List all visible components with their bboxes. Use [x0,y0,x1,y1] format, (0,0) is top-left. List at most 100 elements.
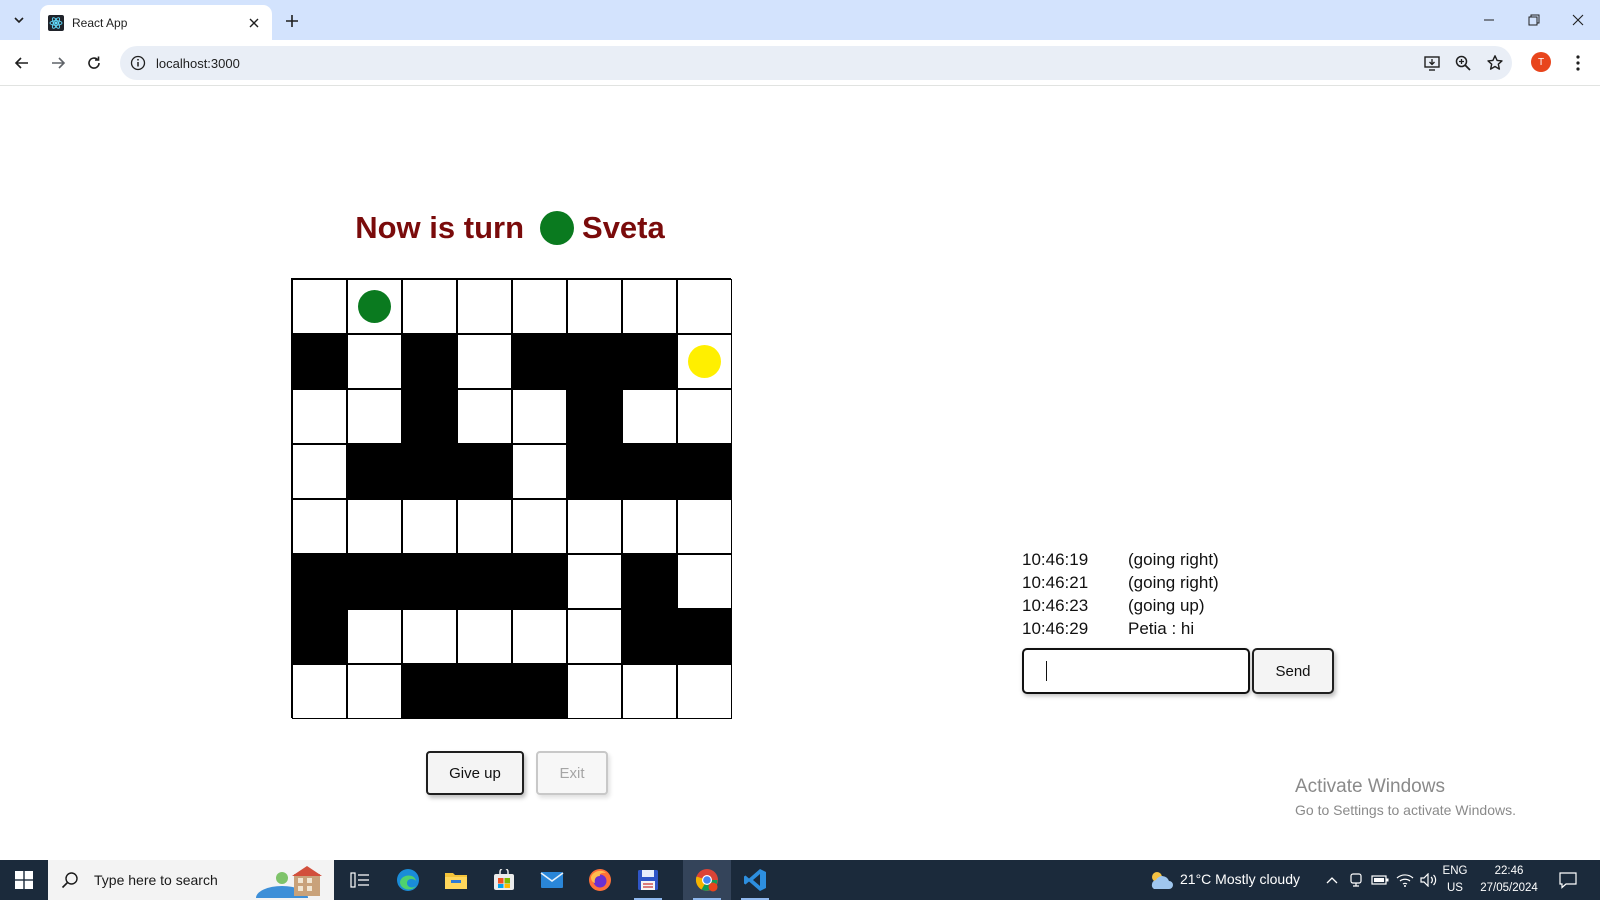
task-view-button[interactable] [336,860,384,900]
game-board [291,278,732,719]
green-player-token-icon [358,290,391,323]
tab-search-button[interactable] [6,8,32,32]
taskbar-search-box[interactable]: Type here to search [48,860,334,900]
weather-cloud-icon[interactable] [1148,868,1174,892]
chevron-down-icon [14,17,24,24]
browser-tab[interactable]: React App [40,5,272,40]
board-cell-open [457,334,512,389]
restore-button[interactable] [1511,0,1557,40]
board-cell-open [402,609,457,664]
current-player-token-icon [540,211,575,245]
board-cell-open [622,664,677,719]
board-cell-wall [402,444,457,499]
board-cell-open [567,279,622,334]
taskbar-file-explorer[interactable] [432,860,480,900]
browser-tab-strip: React App [0,0,1600,40]
battery-icon[interactable] [1370,870,1390,890]
chat-message-time: 10:46:19 [1022,549,1089,569]
board-cell-open [677,554,732,609]
board-cell-open [292,499,347,554]
activate-windows-watermark: Activate Windows Go to Settings to activ… [1295,776,1516,818]
clock-time: 22:46 [1494,865,1524,877]
browser-toolbar: localhost:3000 T [0,40,1600,86]
start-button[interactable] [0,860,48,900]
plus-icon [286,15,298,27]
board-cell-open [347,499,402,554]
taskbar-vscode[interactable] [731,860,779,900]
board-cell-open [457,499,512,554]
board-cell-open [347,389,402,444]
input-language-indicator[interactable]: ENG US [1440,863,1470,897]
bookmark-star-icon[interactable] [1483,51,1507,75]
folder-icon [445,873,467,889]
chat-message-time: 10:46:21 [1022,572,1089,592]
taskbar-firefox[interactable] [576,860,624,900]
turn-heading: Now is turn Sveta [340,206,680,250]
turn-prefix: Now is turn [355,210,525,245]
taskbar-edge[interactable] [384,860,432,900]
arrow-left-icon [14,57,28,69]
taskbar-mail[interactable] [528,860,576,900]
board-cell-open [512,279,567,334]
board-cell-wall [457,444,512,499]
floppy-disk-icon [638,870,658,890]
address-bar[interactable]: localhost:3000 [120,46,1512,80]
restore-icon [1528,14,1540,26]
board-cell-open [567,499,622,554]
wifi-icon[interactable] [1395,870,1415,890]
forward-button[interactable] [44,49,72,77]
exit-button[interactable]: Exit [536,751,608,795]
install-app-icon[interactable] [1420,51,1444,75]
keyboard-region: US [1447,882,1463,894]
taskbar-chrome[interactable] [683,860,731,900]
weather-text[interactable]: 21°C Mostly cloudy [1180,871,1300,887]
zoom-icon[interactable] [1451,51,1475,75]
notifications-icon[interactable] [1558,870,1578,890]
meet-now-icon[interactable] [1346,870,1366,890]
text-caret [1046,661,1047,681]
board-cell-open [512,444,567,499]
give-up-button[interactable]: Give up [426,751,524,795]
search-placeholder: Type here to search [94,872,218,888]
chat-message-text: (going up) [1128,595,1205,615]
close-window-button[interactable] [1555,0,1600,40]
reload-icon [88,56,100,69]
board-cell-wall [567,334,622,389]
chevron-up-icon[interactable] [1322,870,1342,890]
react-logo-icon [48,14,64,31]
chat-message-input[interactable] [1022,648,1250,694]
taskbar-clock[interactable]: 22:46 27/05/2024 [1473,863,1545,897]
close-icon [1572,14,1584,26]
board-cell-wall [622,609,677,664]
board-cell-wall [402,554,457,609]
search-highlight-illustration-icon [254,864,328,900]
minimize-button[interactable] [1466,0,1512,40]
browser-menu-button[interactable] [1566,49,1590,77]
tab-close-button[interactable] [244,13,264,33]
board-cell-open [622,499,677,554]
back-button[interactable] [8,49,36,77]
taskbar-store[interactable] [480,860,528,900]
windows-logo-icon [15,871,33,889]
clock-date: 27/05/2024 [1480,882,1538,894]
board-cell-open [512,389,567,444]
board-cell-wall [677,609,732,664]
chrome-icon [695,869,718,892]
firefox-icon [589,869,611,891]
taskbar-save-app[interactable] [624,860,672,900]
site-info-icon[interactable] [128,53,148,73]
reload-button[interactable] [80,49,108,77]
edge-browser-icon [397,869,419,891]
volume-icon[interactable] [1419,870,1439,890]
board-cell-wall [567,444,622,499]
mail-icon [540,872,564,888]
board-cell-open [292,444,347,499]
board-cell-open [292,279,347,334]
chat-message: 10:46:29 Petia : hi [1022,617,1352,640]
chat-message-text: (going right) [1128,549,1219,569]
url-text: localhost:3000 [156,55,240,71]
profile-avatar[interactable]: T [1531,52,1551,72]
new-tab-button[interactable] [280,9,304,33]
send-button[interactable]: Send [1252,648,1334,694]
board-cell-open [347,664,402,719]
